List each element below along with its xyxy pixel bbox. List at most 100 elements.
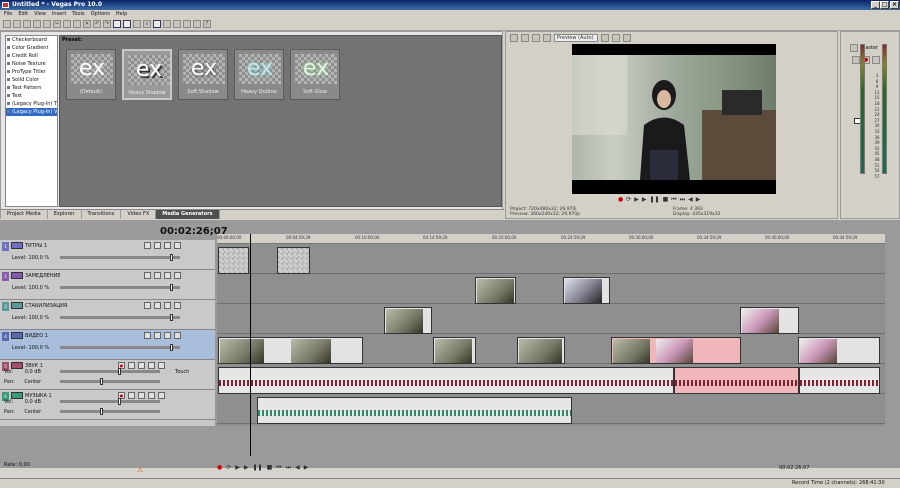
tab-media-generators[interactable]: Media Generators	[156, 210, 220, 219]
new-icon[interactable]	[3, 20, 11, 28]
stop-icon[interactable]: ■	[663, 196, 669, 204]
preview-quality-dropdown[interactable]: Preview (Auto)	[554, 33, 598, 42]
video-clip[interactable]	[218, 337, 363, 364]
title-clip[interactable]	[277, 247, 310, 274]
solo-icon[interactable]	[174, 332, 181, 339]
video-clip[interactable]	[611, 337, 741, 364]
video-clip[interactable]	[384, 307, 432, 334]
video-clip[interactable]	[563, 277, 610, 304]
solo-icon[interactable]	[174, 272, 181, 279]
solo-icon[interactable]	[158, 362, 165, 369]
minimize-button[interactable]: _	[871, 1, 880, 9]
audio-clip[interactable]	[218, 367, 674, 394]
master-solo-icon[interactable]	[872, 56, 880, 64]
split-screen-icon[interactable]	[543, 33, 551, 42]
slider-thumb[interactable]	[118, 398, 121, 405]
menu-help[interactable]: Help	[116, 10, 127, 18]
envelope-tool-icon[interactable]	[123, 20, 131, 28]
track-header-stabilization[interactable]: 3 СТАБИЛИЗАЦИЯ Level: 100,0 %	[0, 300, 215, 330]
track-name[interactable]: ЗАМЕДЛЕНИЕ	[25, 273, 61, 279]
video-clip[interactable]	[475, 277, 516, 304]
video-clip[interactable]	[740, 307, 799, 334]
video-clip[interactable]	[517, 337, 565, 364]
track-header-video[interactable]: 4 ВИДЕО 1 Level: 100,0 %	[0, 330, 215, 360]
solo-icon[interactable]	[174, 242, 181, 249]
video-clip[interactable]	[798, 337, 880, 364]
slider-thumb[interactable]	[170, 344, 173, 351]
next-frame-icon[interactable]: ▶	[696, 196, 701, 204]
pause-icon[interactable]: ❚❚	[253, 464, 263, 472]
properties-icon[interactable]	[33, 20, 41, 28]
preset-soft-shadow[interactable]: ex Soft Shadow	[178, 49, 228, 100]
help-icon[interactable]: ?	[203, 20, 211, 28]
mute-icon[interactable]	[164, 242, 171, 249]
auto-crossfade-icon[interactable]	[163, 20, 171, 28]
play-from-start-icon[interactable]: ▶	[634, 196, 639, 204]
copy-snapshot-icon[interactable]	[612, 33, 620, 42]
level-slider[interactable]	[60, 344, 180, 351]
menu-edit[interactable]: Edit	[18, 10, 28, 18]
track-header-music[interactable]: 6 МУЗЫКА 1 ● Vol: 0,0 dB Pan: Center	[0, 390, 215, 420]
fx-icon[interactable]	[144, 332, 151, 339]
slider-thumb[interactable]	[170, 284, 173, 291]
save-snapshot-icon[interactable]	[623, 33, 631, 42]
video-clip[interactable]	[433, 337, 476, 364]
properties-icon[interactable]	[510, 33, 518, 42]
pause-icon[interactable]: ❚❚	[650, 196, 660, 204]
phase-icon[interactable]	[128, 392, 135, 399]
fx-icon[interactable]	[144, 242, 151, 249]
slider-thumb[interactable]	[170, 314, 173, 321]
snapping-icon[interactable]	[153, 20, 161, 28]
go-to-end-icon[interactable]: ⏭	[680, 196, 685, 204]
go-to-start-icon[interactable]: ⏮	[276, 464, 281, 472]
maximize-button[interactable]: □	[880, 1, 889, 9]
motion-icon[interactable]	[154, 302, 161, 309]
track-name[interactable]: ТИТРЫ 1	[25, 243, 47, 249]
track-header-titles[interactable]: 1 ТИТРЫ 1 Level: 100,0 %	[0, 240, 215, 270]
tree-item[interactable]: Solid Color	[6, 76, 57, 84]
lock-envelopes-icon[interactable]	[183, 20, 191, 28]
mute-icon[interactable]	[148, 362, 155, 369]
overlays-icon[interactable]	[601, 33, 609, 42]
level-slider[interactable]	[60, 314, 180, 321]
master-properties-icon[interactable]	[850, 44, 858, 52]
menu-tools[interactable]: Tools	[72, 10, 84, 18]
cut-icon[interactable]: ✂	[53, 20, 61, 28]
tab-video-fx[interactable]: Video FX	[121, 210, 157, 219]
prev-frame-icon[interactable]: ◀	[688, 196, 693, 204]
master-fx-icon[interactable]	[852, 56, 860, 64]
tab-explorer[interactable]: Explorer	[48, 210, 82, 219]
phase-icon[interactable]	[128, 362, 135, 369]
tree-item[interactable]: (Legacy Plug-In) T	[6, 100, 57, 108]
motion-icon[interactable]	[154, 332, 161, 339]
tab-transitions[interactable]: Transitions	[82, 210, 122, 219]
loop-icon[interactable]: ⟳	[626, 196, 631, 204]
pan-slider[interactable]	[60, 378, 160, 385]
motion-icon[interactable]	[154, 272, 161, 279]
music-clip[interactable]	[257, 397, 572, 424]
go-to-end-icon[interactable]: ⏭	[286, 464, 291, 472]
automation-mode[interactable]: Touch	[175, 369, 189, 375]
delete-icon[interactable]: ✕	[83, 20, 91, 28]
preset-soft-glow[interactable]: ex Soft Glow	[290, 49, 340, 100]
slider-thumb[interactable]	[170, 254, 173, 261]
tree-item[interactable]: Checkerboard	[6, 36, 57, 44]
time-ruler[interactable]: 00:00:00;00 00:04:59;29 00:10:00;00 00:1…	[217, 234, 885, 244]
open-icon[interactable]	[13, 20, 21, 28]
edit-tool-icon[interactable]	[113, 20, 121, 28]
mute-icon[interactable]	[164, 332, 171, 339]
solo-icon[interactable]	[158, 392, 165, 399]
tree-item[interactable]: ProType Titler	[6, 68, 57, 76]
fx-icon[interactable]	[138, 392, 145, 399]
tree-item[interactable]: Test Pattern	[6, 84, 57, 92]
preset-default[interactable]: ex (Default)	[66, 49, 116, 100]
track-name[interactable]: ВИДЕО 1	[25, 333, 48, 339]
ext-monitor-icon[interactable]	[521, 33, 529, 42]
redo-icon[interactable]: ↷	[103, 20, 111, 28]
fx-icon[interactable]	[138, 362, 145, 369]
play-icon[interactable]: ▶	[642, 196, 647, 204]
mute-icon[interactable]	[164, 272, 171, 279]
mute-icon[interactable]	[148, 392, 155, 399]
mute-icon[interactable]	[164, 302, 171, 309]
slider-thumb[interactable]	[100, 378, 103, 385]
